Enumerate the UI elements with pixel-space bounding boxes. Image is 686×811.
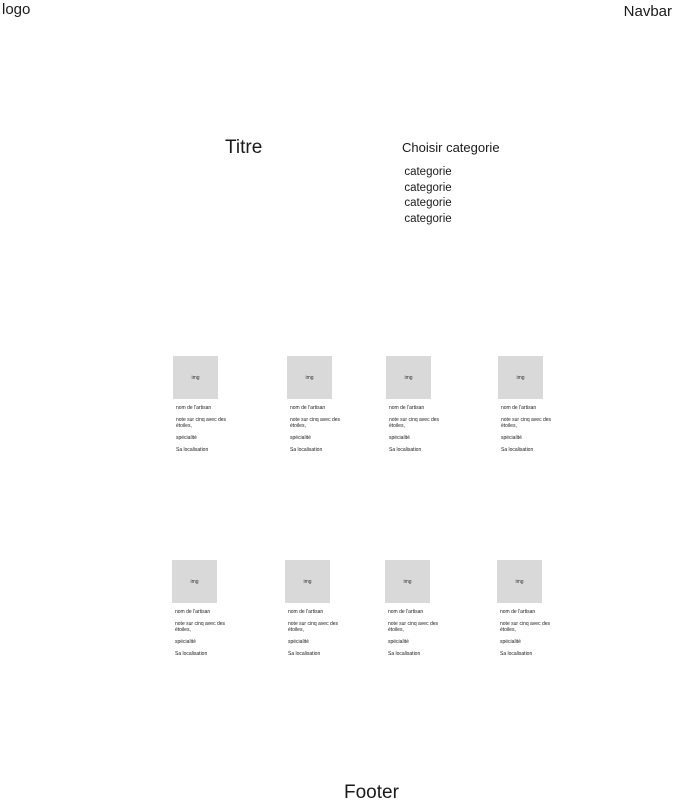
artisan-name: nom de l'artisan [176, 405, 212, 411]
artisan-specialty: spécialité [176, 435, 197, 441]
artisan-specialty: spécialité [175, 639, 196, 645]
logo[interactable]: logo [2, 1, 30, 18]
artisan-card[interactable]: img nom de l'artisan note sur cinq avec … [386, 356, 446, 453]
artisan-image: img [498, 356, 543, 399]
image-placeholder-label: img [305, 374, 314, 381]
artisan-rating: note sur cinq avec des étoiles, [500, 621, 551, 633]
artisan-image: img [287, 356, 332, 399]
artisan-image: img [172, 560, 217, 603]
artisan-name: nom de l'artisan [290, 405, 326, 411]
category-menu-label[interactable]: Choisir categorie [402, 140, 500, 155]
artisan-specialty: spécialité [290, 435, 311, 441]
artisan-location: Sa localisation [175, 651, 208, 657]
artisan-name: nom de l'artisan [388, 609, 424, 615]
artisan-card[interactable]: img nom de l'artisan note sur cinq avec … [385, 560, 445, 657]
artisan-card[interactable]: img nom de l'artisan note sur cinq avec … [497, 560, 557, 657]
artisan-specialty: spécialité [501, 435, 522, 441]
artisan-name: nom de l'artisan [175, 609, 211, 615]
artisan-card[interactable]: img nom de l'artisan note sur cinq avec … [498, 356, 558, 453]
artisan-rating: note sur cinq avec des étoiles, [389, 417, 440, 429]
artisan-location: Sa localisation [389, 447, 422, 453]
category-menu: Choisir categorie categorie categorie ca… [402, 140, 500, 227]
artisan-rating: note sur cinq avec des étoiles, [501, 417, 552, 429]
artisan-location: Sa localisation [501, 447, 534, 453]
artisan-rating: note sur cinq avec des étoiles, [176, 417, 227, 429]
page-title: Titre [225, 137, 263, 158]
image-placeholder-label: img [190, 578, 199, 585]
footer: Footer [344, 782, 399, 803]
artisan-name: nom de l'artisan [389, 405, 425, 411]
image-placeholder-label: img [516, 374, 525, 381]
artisan-location: Sa localisation [388, 651, 421, 657]
category-list: categorie categorie categorie categorie [394, 165, 462, 227]
image-placeholder-label: img [191, 374, 200, 381]
artisan-image: img [285, 560, 330, 603]
artisan-image: img [173, 356, 218, 399]
category-option[interactable]: categorie [394, 196, 462, 212]
artisan-location: Sa localisation [176, 447, 209, 453]
artisan-rating: note sur cinq avec des étoiles, [388, 621, 439, 633]
artisan-specialty: spécialité [288, 639, 309, 645]
artisan-specialty: spécialité [389, 435, 410, 441]
artisan-specialty: spécialité [388, 639, 409, 645]
artisan-rating: note sur cinq avec des étoiles, [288, 621, 339, 633]
artisan-card[interactable]: img nom de l'artisan note sur cinq avec … [172, 560, 232, 657]
image-placeholder-label: img [403, 578, 412, 585]
category-option[interactable]: categorie [394, 165, 462, 181]
image-placeholder-label: img [303, 578, 312, 585]
artisan-location: Sa localisation [290, 447, 323, 453]
artisan-image: img [497, 560, 542, 603]
image-placeholder-label: img [404, 374, 413, 381]
artisan-name: nom de l'artisan [500, 609, 536, 615]
artisan-image: img [386, 356, 431, 399]
artisan-name: nom de l'artisan [501, 405, 537, 411]
artisan-location: Sa localisation [288, 651, 321, 657]
artisan-card[interactable]: img nom de l'artisan note sur cinq avec … [173, 356, 233, 453]
artisan-rating: note sur cinq avec des étoiles, [175, 621, 226, 633]
category-option[interactable]: categorie [394, 181, 462, 197]
category-option[interactable]: categorie [394, 212, 462, 228]
artisan-location: Sa localisation [500, 651, 533, 657]
artisan-specialty: spécialité [500, 639, 521, 645]
image-placeholder-label: img [515, 578, 524, 585]
artisan-rating: note sur cinq avec des étoiles, [290, 417, 341, 429]
artisan-card[interactable]: img nom de l'artisan note sur cinq avec … [287, 356, 347, 453]
navbar[interactable]: Navbar [624, 3, 672, 20]
artisan-name: nom de l'artisan [288, 609, 324, 615]
artisan-image: img [385, 560, 430, 603]
artisan-card[interactable]: img nom de l'artisan note sur cinq avec … [285, 560, 345, 657]
